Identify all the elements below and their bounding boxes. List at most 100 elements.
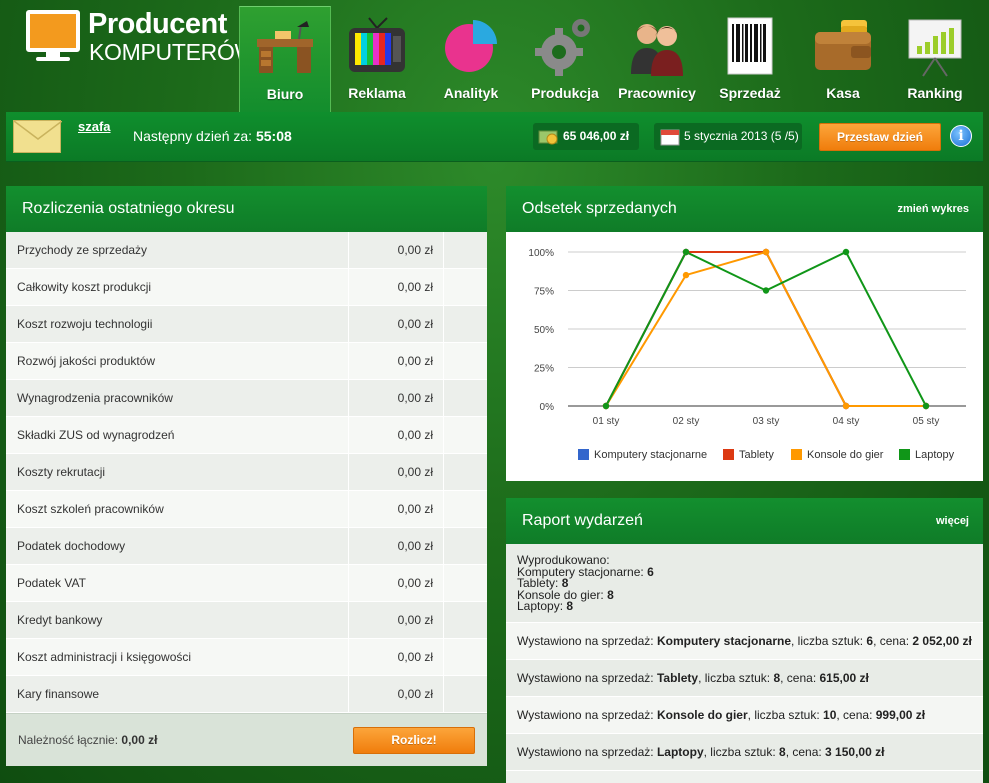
row-label: Koszt rozwoju technologii — [6, 306, 349, 342]
ranking-board-icon — [908, 19, 962, 77]
monitor-logo-icon — [26, 10, 80, 52]
data-point — [842, 248, 850, 256]
produced-value: 8 — [607, 587, 614, 602]
settlement-table: Przychody ze sprzedaży 0,00 zł Całkowity k… — [6, 232, 487, 713]
gears-icon — [535, 19, 590, 76]
x-tick-label: 04 sty — [833, 416, 860, 427]
legend-swatch — [723, 449, 734, 460]
table-row: Kredyt bankowy 0,00 zł — [6, 602, 487, 639]
listing-qty: 10 — [823, 708, 837, 722]
table-row: Przychody ze sprzedaży 0,00 zł — [6, 232, 487, 269]
produced-value: 6 — [647, 564, 654, 579]
data-point — [682, 248, 690, 256]
row-label: Koszt administracji i księgowości — [6, 639, 349, 675]
event-listing: Wystawiono na sprzedaż: Laptopy, liczba … — [506, 734, 983, 771]
date-value: 5 stycznia 2013 (5 /5) — [684, 129, 799, 143]
row-label: Podatek dochodowy — [6, 528, 349, 564]
wallet-icon — [815, 20, 871, 70]
settlement-footer: Należność łącznie: 0,00 zł Rozlicz! — [6, 713, 487, 766]
next-day-button[interactable]: Przestaw dzień — [819, 123, 941, 151]
legend-item[interactable]: Komputery stacjonarne — [578, 449, 707, 461]
nav-label-reklama: Reklama — [348, 85, 406, 101]
nav-label-biuro: Biuro — [266, 86, 304, 102]
legend-item[interactable]: Laptopy — [899, 449, 954, 461]
table-row: Koszt szkoleń pracowników 0,00 zł — [6, 491, 487, 528]
sales-chart-header: Odsetek sprzedanych zmień wykres — [506, 186, 983, 232]
row-label: Całkowity koszt produkcji — [6, 269, 349, 305]
row-spacer — [444, 602, 487, 638]
y-tick-label: 75% — [534, 287, 554, 298]
tv-icon — [349, 17, 405, 72]
user-link[interactable]: szafa — [78, 119, 111, 134]
info-icon[interactable]: i — [950, 125, 972, 147]
listing-price-label: , cena: — [780, 671, 820, 685]
row-value: 0,00 zł — [349, 676, 444, 712]
listing-price: 3 150,00 zł — [825, 745, 885, 759]
x-tick-label: 03 sty — [753, 416, 780, 427]
row-value: 0,00 zł — [349, 306, 444, 342]
produced-item: Laptopy: 8 — [517, 600, 983, 613]
row-value: 0,00 zł — [349, 528, 444, 564]
legend-label: Laptopy — [915, 449, 955, 461]
money-icon — [538, 130, 558, 145]
legend-item[interactable]: Tablety — [723, 449, 774, 461]
more-link[interactable]: więcej — [936, 498, 969, 544]
row-value: 0,00 zł — [349, 417, 444, 453]
people-icon — [631, 24, 683, 76]
listing-product: Konsole do gier — [656, 708, 748, 722]
events-list: Wyprodukowano: Komputery stacjonarne: 6 Ta… — [506, 544, 983, 771]
settle-button[interactable]: Rozlicz! — [353, 727, 475, 754]
nav-produkcja[interactable]: Produkcja — [519, 6, 611, 112]
nav-kasa[interactable]: Kasa — [797, 6, 889, 112]
event-listing: Wystawiono na sprzedaż: Tablety, liczba … — [506, 660, 983, 697]
table-row: Rozwój jakości produktów 0,00 zł — [6, 343, 487, 380]
logo-text-line2: KOMPUTERÓW — [89, 39, 256, 65]
legend-swatch — [899, 449, 910, 460]
data-point — [762, 287, 770, 294]
sales-chart-panel: Odsetek sprzedanych zmień wykres 100% 75%… — [506, 186, 983, 481]
envelope-icon[interactable] — [13, 120, 63, 153]
table-row: Kary finansowe 0,00 zł — [6, 676, 487, 713]
sales-chart-title: Odsetek sprzedanych — [522, 200, 677, 217]
next-day-time: 55:08 — [255, 128, 292, 144]
y-tick-label: 100% — [528, 248, 554, 259]
nav-pracownicy[interactable]: Pracownicy — [611, 6, 703, 112]
listing-product: Laptopy — [656, 745, 704, 759]
row-spacer — [444, 454, 487, 490]
chart-area: 100% 75% 50% 25% 0% 01 sty 02 sty 03 sty 04 sty 0… — [506, 232, 983, 481]
listing-qty-label: , liczba sztuk: — [747, 708, 824, 722]
nav-label-ranking: Ranking — [907, 85, 963, 101]
change-chart-link[interactable]: zmień wykres — [897, 186, 969, 232]
listing-qty-label: , liczba sztuk: — [698, 671, 774, 685]
data-point — [682, 271, 690, 279]
nav-analityk[interactable]: Analityk — [425, 6, 517, 112]
row-spacer — [444, 417, 487, 453]
data-point — [762, 248, 770, 256]
row-label: Koszt szkoleń pracowników — [6, 491, 349, 527]
table-row: Wynagrodzenia pracowników 0,00 zł — [6, 380, 487, 417]
row-value: 0,00 zł — [349, 491, 444, 527]
row-spacer — [444, 269, 487, 305]
game-date: 5 stycznia 2013 (5 /5) — [654, 123, 802, 150]
data-point — [842, 402, 850, 410]
legend-item[interactable]: Konsole do gier — [791, 449, 883, 461]
settlement-panel: Rozliczenia ostatniego okresu Przychody … — [6, 186, 487, 766]
nav-ranking[interactable]: Ranking — [889, 6, 981, 112]
nav-label-analityk: Analityk — [443, 85, 499, 101]
nav-reklama[interactable]: Reklama — [331, 6, 423, 112]
row-label: Podatek VAT — [6, 565, 349, 601]
listing-price: 2 052,00 zł — [912, 634, 972, 648]
logo[interactable]: Producent KOMPUTERÓW — [26, 8, 256, 68]
nav-biuro[interactable]: Biuro — [239, 6, 331, 112]
table-row: Koszty rekrutacji 0,00 zł — [6, 454, 487, 491]
pie-chart-icon — [445, 20, 497, 72]
row-value: 0,00 zł — [349, 343, 444, 379]
nav-sprzedaz[interactable]: Sprzedaż — [704, 6, 796, 112]
legend-swatch — [578, 449, 589, 460]
row-spacer — [444, 306, 487, 342]
table-row: Całkowity koszt produkcji 0,00 zł — [6, 269, 487, 306]
calendar-icon — [660, 129, 680, 146]
listing-prefix: Wystawiono na sprzedaż: — [517, 634, 657, 648]
row-spacer — [444, 676, 487, 712]
row-spacer — [444, 639, 487, 675]
